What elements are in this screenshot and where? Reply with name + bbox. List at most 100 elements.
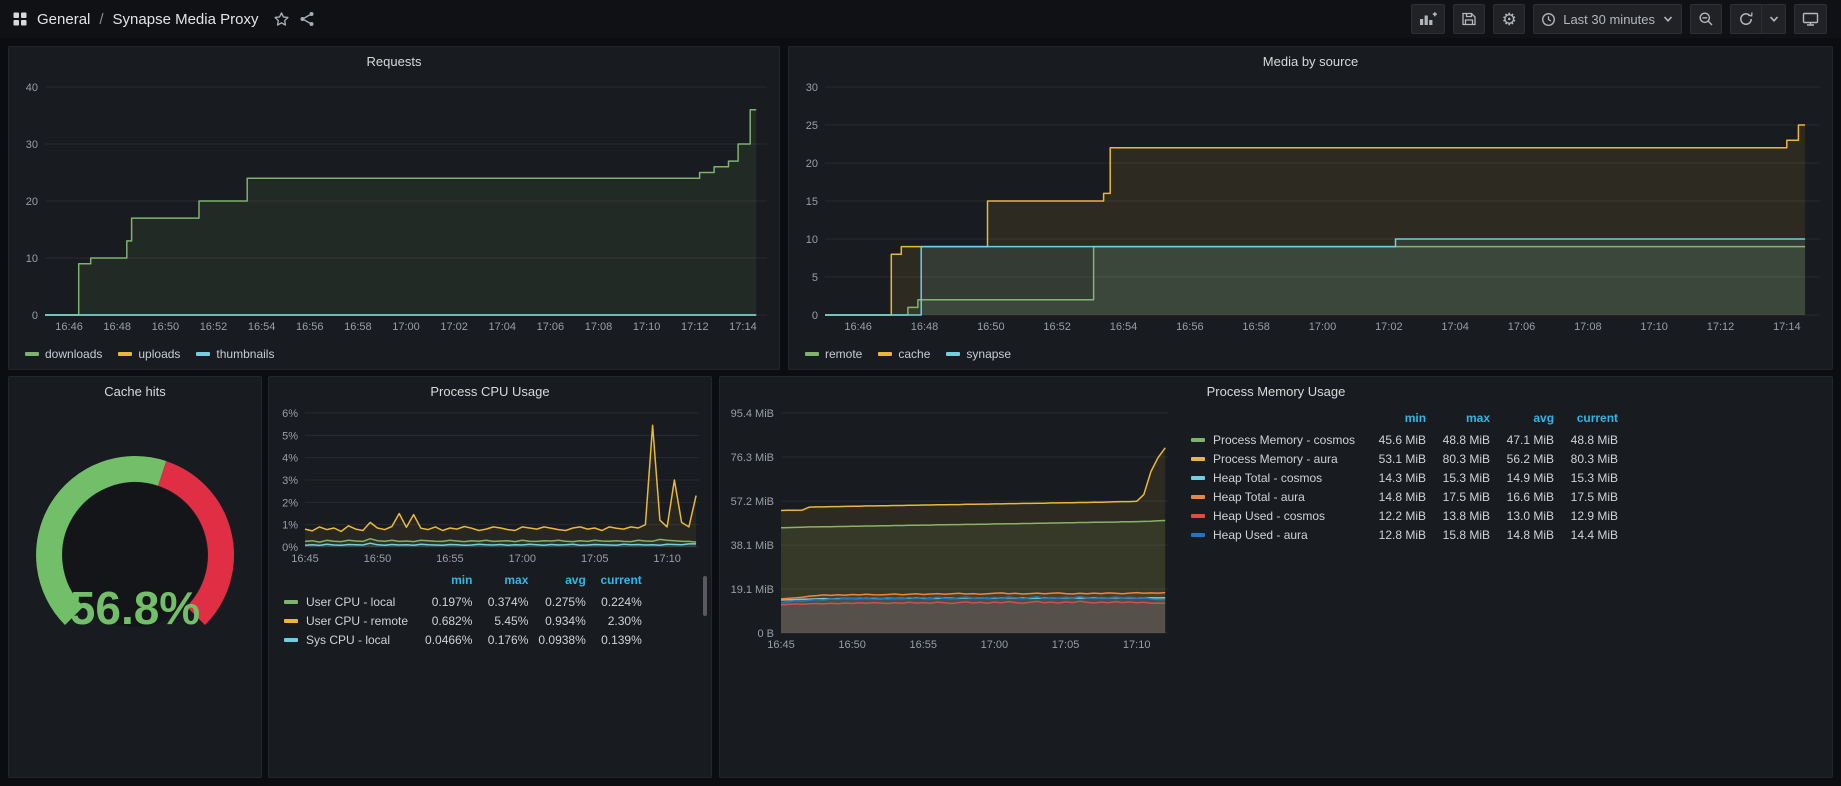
legend-value-max: 80.3 MiB xyxy=(1431,449,1495,468)
series-label[interactable]: Heap Total - aura xyxy=(1186,487,1367,506)
legend-value-min: 0.0466% xyxy=(420,630,477,649)
svg-text:16:52: 16:52 xyxy=(200,321,228,333)
svg-text:16:50: 16:50 xyxy=(364,553,392,565)
series-label[interactable]: Sys CPU - local xyxy=(279,630,420,649)
svg-text:15: 15 xyxy=(806,196,818,208)
panel-title[interactable]: Requests xyxy=(9,47,779,75)
process-memory-chart[interactable]: 0 B19.1 MiB38.1 MiB57.2 MiB76.3 MiB95.4 … xyxy=(726,405,1176,653)
refresh-interval-dropdown[interactable] xyxy=(1762,4,1786,34)
legend-value-max: 13.8 MiB xyxy=(1431,506,1495,525)
series-label[interactable]: Heap Used - aura xyxy=(1186,525,1367,544)
svg-text:17:08: 17:08 xyxy=(1574,321,1602,333)
legend-value-min: 45.6 MiB xyxy=(1367,430,1431,449)
add-panel-button[interactable] xyxy=(1411,4,1445,34)
svg-text:17:04: 17:04 xyxy=(489,321,517,333)
refresh-button[interactable] xyxy=(1730,4,1762,34)
media-by-source-chart[interactable]: 05101520253016:4616:4816:5016:5216:5416:… xyxy=(795,77,1828,335)
legend-column-header-min[interactable]: min xyxy=(1367,409,1431,430)
panel-process-memory-usage: Process Memory Usage 0 B19.1 MiB38.1 MiB… xyxy=(719,376,1833,778)
breadcrumb-dashboard-title[interactable]: Synapse Media Proxy xyxy=(113,11,259,28)
series-label[interactable]: Heap Used - cosmos xyxy=(1186,506,1367,525)
legend-column-header-current[interactable]: current xyxy=(1559,409,1623,430)
series-color-dash xyxy=(284,638,298,642)
legend-label-column xyxy=(1186,409,1367,430)
legend-item[interactable]: uploads xyxy=(118,347,180,361)
dashboard-settings-button[interactable]: ⚙ xyxy=(1493,4,1525,34)
series-label: uploads xyxy=(138,347,180,361)
legend-table-row: Heap Total - aura14.8 MiB17.5 MiB16.6 Mi… xyxy=(1186,487,1623,506)
series-label[interactable]: Process Memory - aura xyxy=(1186,449,1367,468)
svg-text:17:05: 17:05 xyxy=(581,553,609,565)
legend-column-header-min[interactable]: min xyxy=(420,571,477,592)
zoom-out-button[interactable] xyxy=(1690,4,1722,34)
process-cpu-chart[interactable]: 0%1%2%3%4%5%6%16:4516:5016:5517:0017:051… xyxy=(275,405,707,567)
panel-title[interactable]: Cache hits xyxy=(9,377,261,405)
legend-value-avg: 0.0938% xyxy=(533,630,590,649)
legend-table-row: Process Memory - aura53.1 MiB80.3 MiB56.… xyxy=(1186,449,1623,468)
svg-text:16:50: 16:50 xyxy=(152,321,180,333)
legend-table-row: Heap Total - cosmos14.3 MiB15.3 MiB14.9 … xyxy=(1186,468,1623,487)
time-range-picker[interactable]: Last 30 minutes xyxy=(1533,4,1682,34)
svg-text:16:56: 16:56 xyxy=(1176,321,1204,333)
series-color-dash xyxy=(1191,438,1205,442)
svg-text:95.4 MiB: 95.4 MiB xyxy=(731,408,774,420)
series-color-dash xyxy=(1191,457,1205,461)
legend-table-row: Process Memory - cosmos45.6 MiB48.8 MiB4… xyxy=(1186,430,1623,449)
panel-title[interactable]: Media by source xyxy=(789,47,1832,75)
navbar: General / Synapse Media Proxy ⚙ Last 30 … xyxy=(0,0,1841,38)
legend-scrollbar[interactable] xyxy=(703,576,707,616)
legend-column-header-max[interactable]: max xyxy=(1431,409,1495,430)
memory-legend-table: minmaxavgcurrentProcess Memory - cosmos4… xyxy=(1186,409,1623,544)
legend-column-header-max[interactable]: max xyxy=(477,571,533,592)
legend-table-row: User CPU - remote0.682%5.45%0.934%2.30% xyxy=(279,611,647,630)
legend-value-current: 2.30% xyxy=(591,611,647,630)
legend-value-min: 12.2 MiB xyxy=(1367,506,1431,525)
kiosk-mode-button[interactable] xyxy=(1794,4,1827,34)
svg-text:17:14: 17:14 xyxy=(1773,321,1801,333)
legend-item[interactable]: thumbnails xyxy=(196,347,274,361)
svg-text:0: 0 xyxy=(32,310,38,322)
series-label[interactable]: Process Memory - cosmos xyxy=(1186,430,1367,449)
series-color-dash xyxy=(1191,476,1205,480)
series-label[interactable]: Heap Total - cosmos xyxy=(1186,468,1367,487)
legend-value-current: 12.9 MiB xyxy=(1559,506,1623,525)
svg-text:17:10: 17:10 xyxy=(1123,639,1151,651)
legend-value-avg: 0.934% xyxy=(533,611,590,630)
svg-text:16:55: 16:55 xyxy=(436,553,464,565)
zoom-out-icon xyxy=(1698,11,1714,27)
svg-text:17:10: 17:10 xyxy=(633,321,661,333)
legend-value-max: 0.374% xyxy=(477,592,533,611)
legend-item[interactable]: cache xyxy=(878,347,930,361)
legend-item[interactable]: downloads xyxy=(25,347,102,361)
svg-text:17:12: 17:12 xyxy=(1707,321,1735,333)
svg-text:16:58: 16:58 xyxy=(344,321,372,333)
legend-column-header-avg[interactable]: avg xyxy=(533,571,590,592)
panel-title[interactable]: Process CPU Usage xyxy=(269,377,711,405)
legend-value-avg: 13.0 MiB xyxy=(1495,506,1559,525)
clock-icon xyxy=(1541,12,1556,27)
series-label: remote xyxy=(825,347,862,361)
svg-text:17:12: 17:12 xyxy=(681,321,709,333)
legend-value-current: 80.3 MiB xyxy=(1559,449,1623,468)
legend-item[interactable]: remote xyxy=(805,347,862,361)
share-icon[interactable] xyxy=(299,11,315,27)
legend-item[interactable]: synapse xyxy=(946,347,1011,361)
series-color-dash xyxy=(805,352,819,356)
legend-column-header-avg[interactable]: avg xyxy=(1495,409,1559,430)
star-icon[interactable] xyxy=(273,11,290,28)
dashboards-grid-icon[interactable] xyxy=(12,11,28,27)
legend-table-row: User CPU - local0.197%0.374%0.275%0.224% xyxy=(279,592,647,611)
svg-text:16:56: 16:56 xyxy=(296,321,324,333)
gear-icon: ⚙ xyxy=(1502,11,1517,28)
breadcrumb-folder[interactable]: General xyxy=(37,11,90,28)
series-label[interactable]: User CPU - local xyxy=(279,592,420,611)
media-legend: remote cache synapse xyxy=(805,347,1011,361)
legend-column-header-current[interactable]: current xyxy=(591,571,647,592)
series-label[interactable]: User CPU - remote xyxy=(279,611,420,630)
save-icon xyxy=(1461,11,1477,27)
panel-title[interactable]: Process Memory Usage xyxy=(720,377,1832,405)
requests-chart[interactable]: 01020304016:4616:4816:5016:5216:5416:561… xyxy=(15,77,775,335)
save-dashboard-button[interactable] xyxy=(1453,4,1485,34)
svg-text:10: 10 xyxy=(806,234,818,246)
svg-text:17:02: 17:02 xyxy=(1375,321,1403,333)
